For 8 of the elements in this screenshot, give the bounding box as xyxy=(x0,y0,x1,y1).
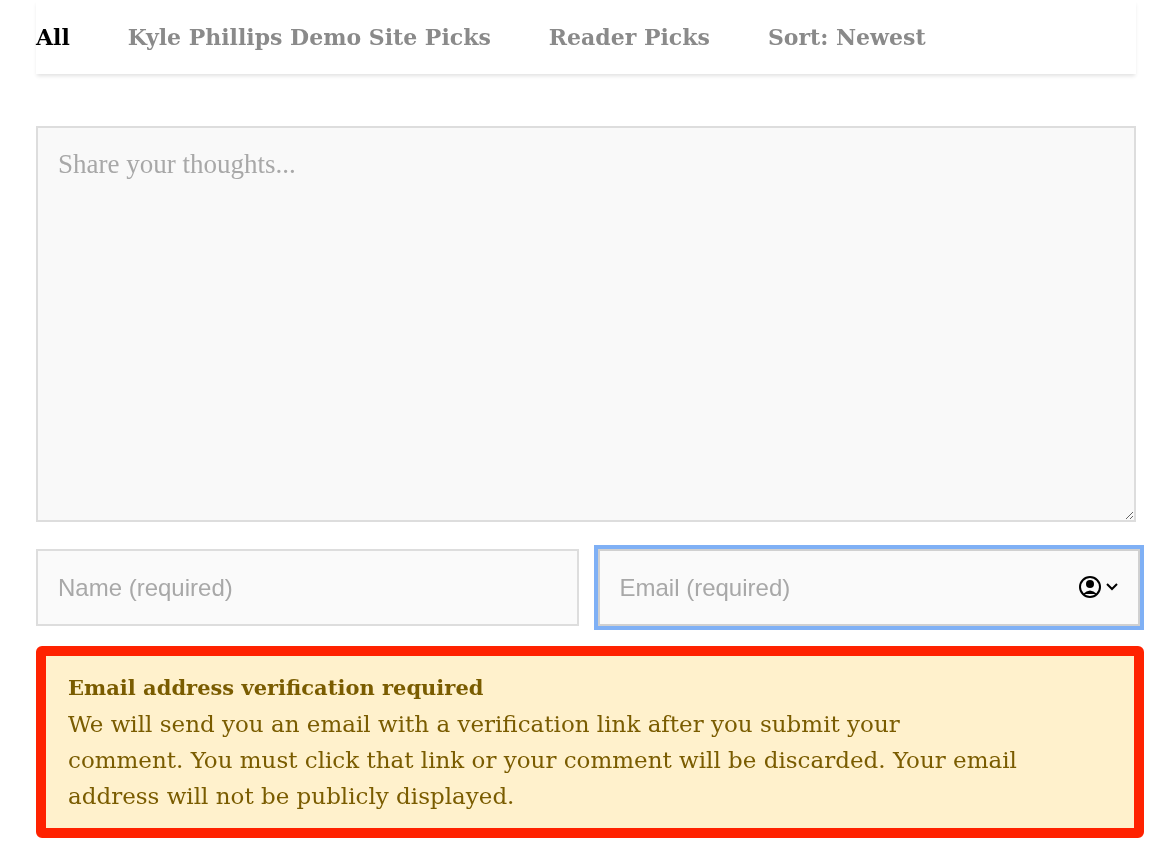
notice-text: We will send you an email with a verification link after you submit your comment. You must click that link or your comment will be discarded. Your email address will not be publicly displayed. xyxy=(68,710,1018,811)
input-field[interactable]: Name (required) xyxy=(36,549,579,626)
filter-tab[interactable]: Reader Picks xyxy=(548,20,710,54)
filter-tab[interactable]: All xyxy=(36,20,70,54)
notice-title: Email address verification required xyxy=(68,674,485,702)
filter-tab[interactable]: Kyle Phillips Demo Site Picks xyxy=(127,20,491,54)
comment-field[interactable]: Share your thoughts... xyxy=(36,126,1136,522)
filter-tab[interactable]: Sort: Newest xyxy=(767,20,926,54)
